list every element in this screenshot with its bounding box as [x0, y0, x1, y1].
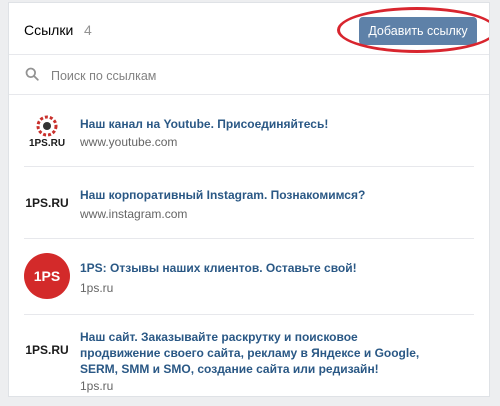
link-thumbnail: 1PS.RU [24, 108, 70, 154]
link-url: www.instagram.com [80, 207, 188, 221]
link-item[interactable]: 1PS.RU Наш канал на Youtube. Присоединяй… [9, 95, 489, 167]
links-header: Ссылки 4 Добавить ссылку [9, 3, 489, 55]
gear-logo-icon [36, 115, 58, 136]
link-url: www.youtube.com [80, 135, 178, 149]
link-title[interactable]: Наш корпоративный Instagram. Познакомимс… [80, 187, 420, 203]
link-item[interactable]: 1PS.RU Наш корпоративный Instagram. Позн… [9, 167, 489, 239]
link-title[interactable]: Наш сайт. Заказывайте раскрутку и поиско… [80, 329, 420, 377]
link-title[interactable]: Наш канал на Youtube. Присоединяйтесь! [80, 116, 420, 132]
link-item[interactable]: 1PS 1PS: Отзывы наших клиентов. Оставьте… [9, 239, 489, 315]
search-bar [9, 55, 489, 95]
link-thumbnail: 1PS.RU [24, 327, 70, 373]
search-icon [25, 67, 39, 81]
link-url: 1ps.ru [80, 281, 114, 295]
logo-circle: 1PS [24, 253, 70, 299]
logo-text: 1PS.RU [28, 137, 66, 149]
logo-text: 1PS.RU [25, 196, 69, 210]
links-count: 4 [84, 22, 92, 38]
links-title: Ссылки [24, 22, 74, 38]
links-panel: Ссылки 4 Добавить ссылку 1PS.RU Наш кана… [8, 2, 490, 397]
link-title[interactable]: 1PS: Отзывы наших клиентов. Оставьте сво… [80, 260, 420, 276]
link-thumbnail: 1PS.RU [24, 180, 70, 226]
link-thumbnail: 1PS [24, 253, 70, 299]
add-link-button[interactable]: Добавить ссылку [359, 17, 477, 45]
search-input[interactable] [49, 63, 453, 89]
link-item[interactable]: 1PS.RU Наш сайт. Заказывайте раскрутку и… [9, 315, 489, 396]
link-url: 1ps.ru [80, 379, 114, 393]
logo-text: 1PS.RU [25, 343, 69, 357]
